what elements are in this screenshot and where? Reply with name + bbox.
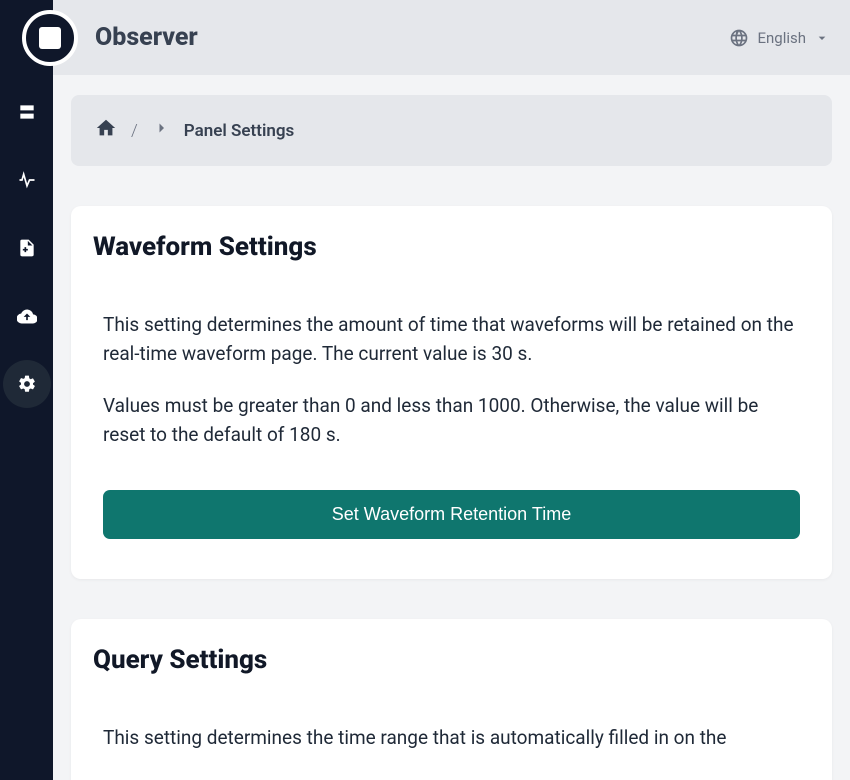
globe-icon (729, 28, 749, 48)
sidebar-nav (0, 0, 53, 780)
language-label: English (757, 29, 806, 47)
sidebar-item-waveform[interactable] (15, 168, 39, 192)
waveform-settings-title: Waveform Settings (93, 232, 810, 262)
set-waveform-retention-button[interactable]: Set Waveform Retention Time (103, 490, 800, 539)
sidebar-item-report[interactable] (15, 236, 39, 260)
breadcrumb: / Panel Settings (71, 95, 832, 166)
server-icon (17, 102, 37, 122)
breadcrumb-home[interactable] (95, 117, 117, 144)
query-settings-card: Query Settings This setting determines t… (71, 619, 832, 780)
cloud-download-icon (17, 306, 37, 326)
sidebar-item-download[interactable] (15, 304, 39, 328)
waveform-settings-desc-2: Values must be greater than 0 and less t… (103, 391, 800, 450)
file-medical-icon (17, 238, 37, 258)
breadcrumb-separator: / (131, 121, 138, 141)
chevron-down-icon (814, 30, 830, 46)
app-title: Observer (95, 23, 198, 52)
chevron-right-icon (152, 119, 170, 137)
waveform-settings-desc-1: This setting determines the amount of ti… (103, 310, 800, 369)
query-settings-title: Query Settings (93, 645, 810, 675)
header-bar: Observer English (53, 0, 850, 75)
query-settings-desc-1: This setting determines the time range t… (103, 723, 800, 752)
waveform-settings-card: Waveform Settings This setting determine… (71, 206, 832, 579)
breadcrumb-current: Panel Settings (184, 121, 295, 141)
main-content: / Panel Settings Waveform Settings This … (53, 75, 850, 780)
breadcrumb-chevron (152, 119, 170, 142)
home-icon (95, 117, 117, 139)
sidebar-item-settings[interactable] (15, 372, 39, 396)
pulse-icon (17, 170, 37, 190)
app-logo[interactable] (22, 10, 78, 66)
language-selector[interactable]: English (729, 28, 830, 48)
sidebar-item-server[interactable] (15, 100, 39, 124)
gear-icon (17, 374, 37, 394)
logo-mark-icon (39, 27, 61, 49)
